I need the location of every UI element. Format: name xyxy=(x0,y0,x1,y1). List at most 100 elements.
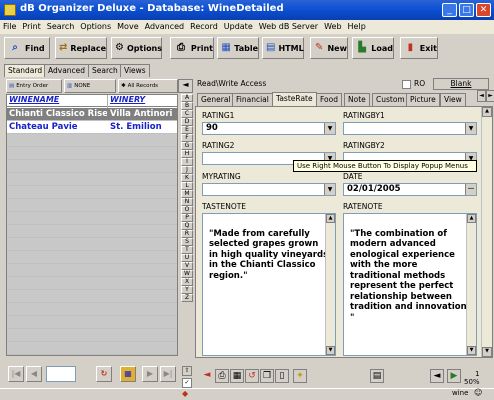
alpha-index-b[interactable]: B xyxy=(181,102,193,110)
alpha-index-l[interactable]: L xyxy=(181,182,193,190)
date-field[interactable]: 02/01/2005 … xyxy=(343,183,477,196)
tab-general[interactable]: General xyxy=(197,93,235,106)
scroll-down-icon[interactable]: ▼ xyxy=(326,346,335,355)
alpha-index-u[interactable]: U xyxy=(181,254,193,262)
empty-row[interactable] xyxy=(7,342,177,355)
alpha-index-n[interactable]: N xyxy=(181,198,193,206)
tab-tasterate[interactable]: TasteRate xyxy=(272,92,317,106)
empty-row[interactable] xyxy=(7,212,177,225)
left-tab-search[interactable]: Search xyxy=(88,64,122,77)
all-records-button[interactable]: ✱ All Records xyxy=(118,79,178,93)
menu-advanced[interactable]: Advanced xyxy=(142,20,188,34)
empty-row[interactable] xyxy=(7,329,177,342)
empty-row[interactable] xyxy=(7,316,177,329)
empty-row[interactable] xyxy=(7,225,177,238)
empty-row[interactable] xyxy=(7,173,177,186)
menu-print[interactable]: Print xyxy=(19,20,43,34)
next-page-icon[interactable]: ▶ xyxy=(447,369,461,383)
table-row[interactable]: Chateau Pavie St. Emilion xyxy=(7,121,177,134)
record-grid[interactable]: WINENAME WINERY Chianti Classico Riserva… xyxy=(6,94,178,356)
empty-row[interactable] xyxy=(7,290,177,303)
html-button[interactable]: ▤ HTML xyxy=(262,37,304,59)
alpha-index-j[interactable]: J xyxy=(181,166,193,174)
myrating-combo[interactable]: ▼ xyxy=(202,183,336,196)
tastenote-memo[interactable]: "Made from carefully selected grapes gro… xyxy=(202,213,336,356)
alpha-index-d[interactable]: D xyxy=(181,118,193,126)
tab-food[interactable]: Food xyxy=(316,93,342,106)
up-arrow-icon[interactable]: ⇧ xyxy=(182,366,192,376)
prev-page-icon[interactable]: ◄ xyxy=(430,369,444,383)
tab-scroll-right-icon[interactable]: ► xyxy=(486,90,494,102)
tab-scroll-left-icon[interactable]: ◄ xyxy=(477,90,486,102)
left-tab-views[interactable]: Views xyxy=(120,64,150,77)
print-button[interactable]: ⎙ Print xyxy=(170,37,214,59)
print-record-icon[interactable]: ⎙ xyxy=(215,369,229,383)
scroll-up-icon[interactable]: ▲ xyxy=(467,214,476,223)
new-button[interactable]: ✎ New xyxy=(310,37,348,59)
table-button[interactable]: ▦ Table xyxy=(217,37,259,59)
alpha-index-e[interactable]: E xyxy=(181,126,193,134)
ratingby1-combo[interactable]: ▼ xyxy=(343,122,477,135)
empty-row[interactable] xyxy=(7,186,177,199)
empty-row[interactable] xyxy=(7,303,177,316)
empty-row[interactable] xyxy=(7,199,177,212)
menu-web[interactable]: Web xyxy=(321,20,344,34)
replace-button[interactable]: ⇄ Replace xyxy=(55,37,107,59)
next-record-icon[interactable]: ▶ xyxy=(142,366,158,382)
alpha-index-s[interactable]: S xyxy=(181,238,193,246)
form-scrollbar[interactable]: ▲ ▼ xyxy=(481,107,492,357)
read-only-checkbox[interactable] xyxy=(402,80,411,89)
checkbox-icon[interactable]: ✓ xyxy=(182,378,192,388)
chevron-down-icon[interactable]: ▼ xyxy=(324,123,335,134)
tab-custom[interactable]: Custom xyxy=(372,93,409,106)
alpha-index-c[interactable]: C xyxy=(181,110,193,118)
tab-financial[interactable]: Financial xyxy=(232,93,273,106)
menu-move[interactable]: Move xyxy=(114,20,141,34)
chevron-down-icon[interactable]: ▼ xyxy=(324,184,335,195)
scroll-up-icon[interactable]: ▲ xyxy=(482,107,492,117)
paste-icon[interactable]: ▯ xyxy=(275,369,289,383)
left-tab-standard[interactable]: Standard xyxy=(4,64,47,77)
tab-note[interactable]: Note xyxy=(344,93,370,106)
export-icon[interactable]: ▤ xyxy=(370,369,384,383)
undo-icon[interactable]: ↺ xyxy=(245,369,259,383)
blank-button[interactable]: Blank xyxy=(433,78,489,90)
alpha-index-i[interactable]: I xyxy=(181,158,193,166)
minimize-icon[interactable]: _ xyxy=(442,3,457,17)
alpha-index-x[interactable]: X xyxy=(181,278,193,286)
splitter-handle[interactable]: ◄ xyxy=(178,79,193,93)
menu-search[interactable]: Search xyxy=(44,20,77,34)
table-view-icon[interactable]: ▦ xyxy=(230,369,244,383)
empty-row[interactable] xyxy=(7,147,177,160)
empty-row[interactable] xyxy=(7,277,177,290)
tab-picture[interactable]: Picture xyxy=(406,93,440,106)
alpha-index-q[interactable]: Q xyxy=(181,222,193,230)
copy-icon[interactable]: ❐ xyxy=(260,369,274,383)
alpha-index-w[interactable]: W xyxy=(181,270,193,278)
last-record-icon[interactable]: ▶| xyxy=(160,366,176,382)
rating1-combo[interactable]: 90 ▼ xyxy=(202,122,336,135)
menu-options[interactable]: Options xyxy=(77,20,114,34)
lightbulb-icon[interactable]: ✦ xyxy=(293,369,307,383)
prev-record-icon[interactable]: ◀ xyxy=(26,366,42,382)
scroll-up-icon[interactable]: ▲ xyxy=(326,214,335,223)
menu-web-db-server[interactable]: Web dB Server xyxy=(256,20,321,34)
alpha-index-a[interactable]: A xyxy=(181,94,193,102)
exit-button[interactable]: ▮ Exit xyxy=(400,37,438,59)
load-button[interactable]: ▙ Load xyxy=(352,37,394,59)
maximize-icon[interactable]: □ xyxy=(459,3,474,17)
record-number-input[interactable] xyxy=(46,366,76,382)
left-tab-advanced[interactable]: Advanced xyxy=(44,64,90,77)
empty-row[interactable] xyxy=(7,264,177,277)
first-record-icon[interactable]: |◀ xyxy=(8,366,24,382)
empty-row[interactable] xyxy=(7,251,177,264)
entry-order-button[interactable]: ▤ Entry Order xyxy=(6,79,62,93)
back-arrow-icon[interactable]: ◄ xyxy=(200,369,214,383)
close-icon[interactable]: ✕ xyxy=(476,3,491,17)
ratenote-memo[interactable]: "The combination of modern advanced enol… xyxy=(343,213,477,356)
column-header-winery[interactable]: WINERY xyxy=(108,95,177,107)
scroll-down-icon[interactable]: ▼ xyxy=(482,347,492,357)
empty-row[interactable] xyxy=(7,238,177,251)
tastenote-scrollbar[interactable]: ▲ ▼ xyxy=(325,214,335,355)
alpha-index-p[interactable]: P xyxy=(181,214,193,222)
